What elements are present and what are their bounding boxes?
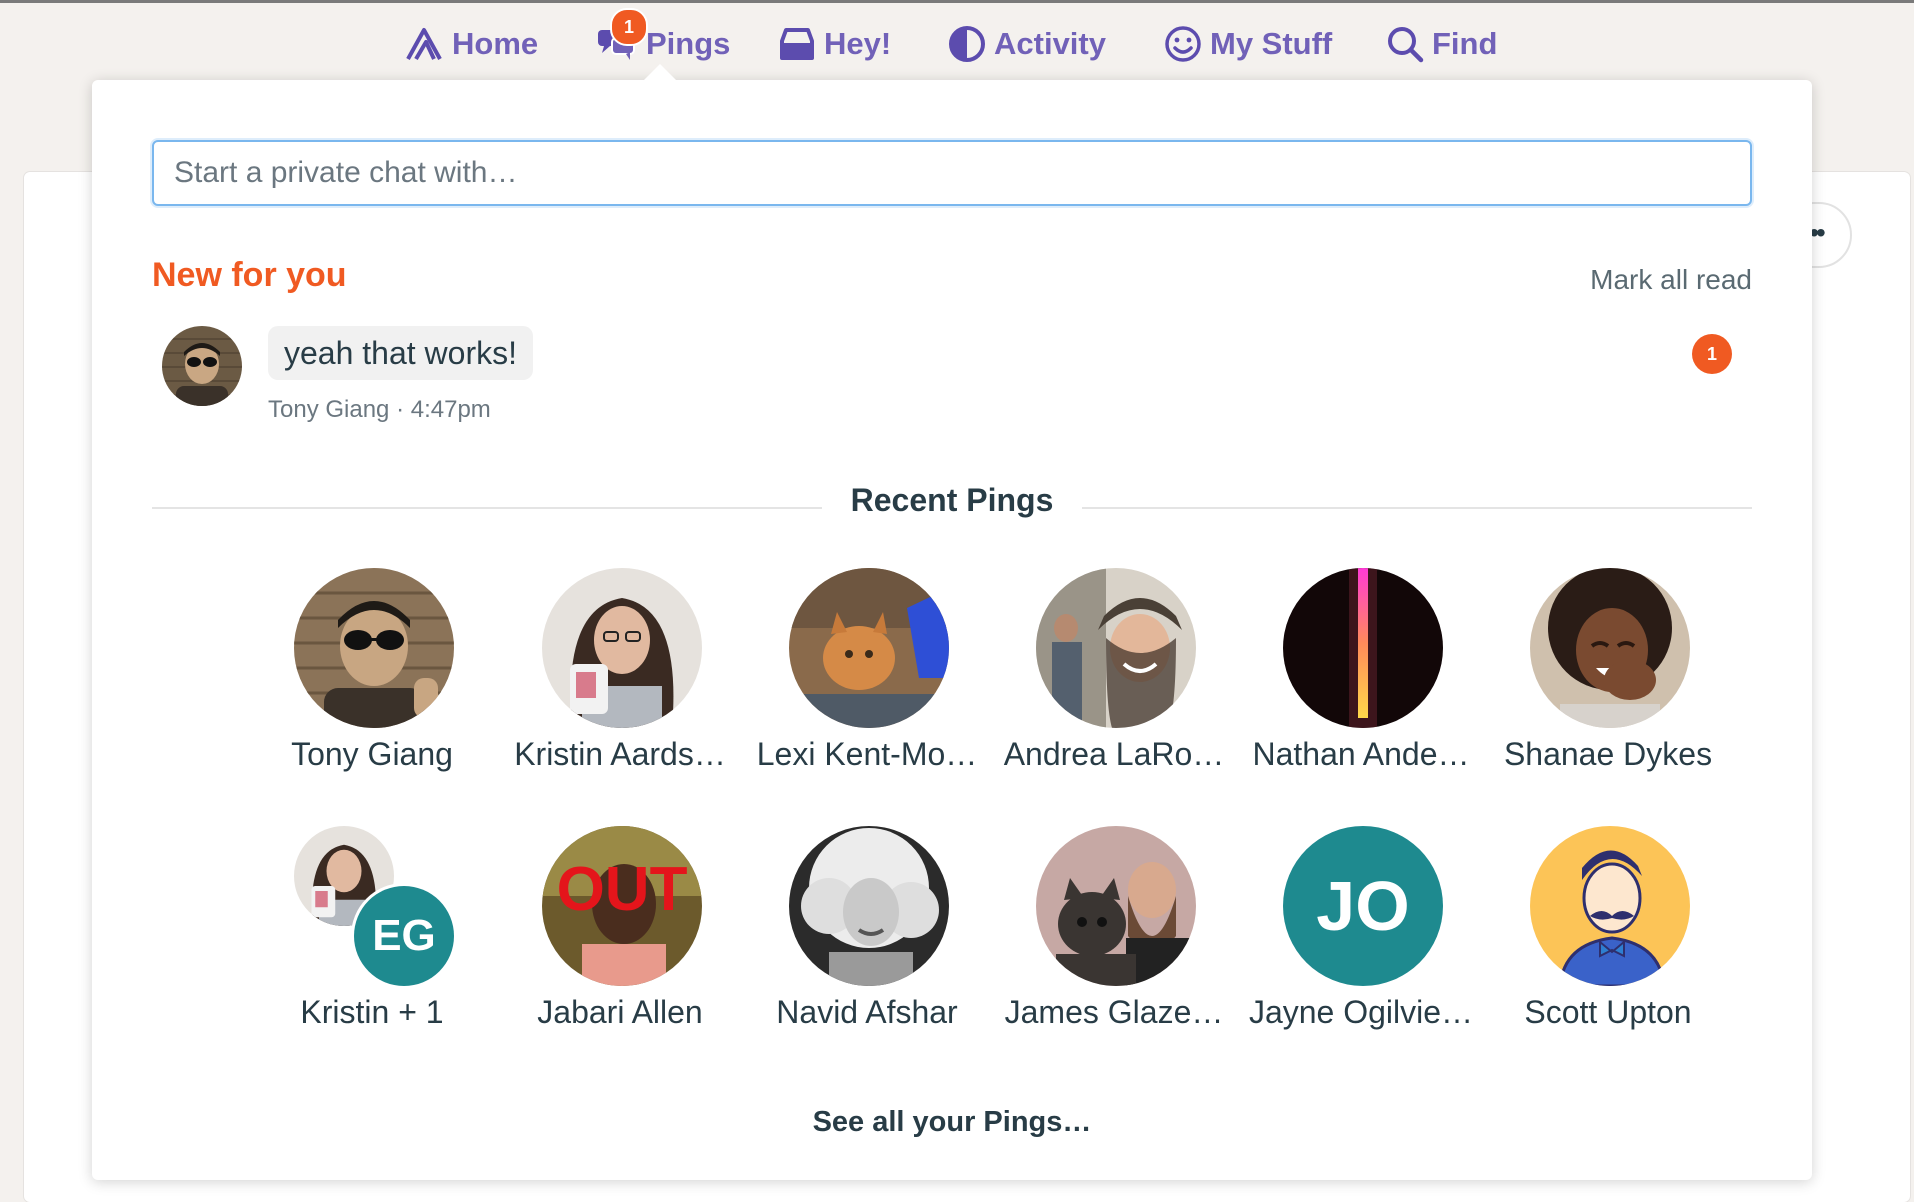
recent-ping-person[interactable]: Navid Afshar: [747, 826, 979, 1066]
initials-avatar: EG: [354, 886, 454, 986]
recent-ping-person[interactable]: Kristin Aards…: [500, 568, 732, 808]
person-name: Navid Afshar: [776, 994, 958, 1030]
new-for-you-heading: New for you: [152, 256, 347, 294]
nav-find[interactable]: Find: [1386, 20, 1497, 68]
mark-all-read-link[interactable]: Mark all read: [1590, 264, 1752, 296]
avatar: OUT: [542, 826, 702, 986]
meta-separator: ·: [396, 396, 405, 423]
see-all-pings-link[interactable]: See all your Pings…: [92, 1106, 1812, 1139]
recent-ping-person[interactable]: Nathan Ande…: [1241, 568, 1473, 808]
recent-ping-person[interactable]: Andrea LaRo…: [994, 568, 1226, 808]
nav-hey-label: Hey!: [824, 26, 892, 61]
recent-ping-person[interactable]: EG Kristin + 1: [252, 826, 484, 1066]
message-time: 4:47pm: [410, 396, 491, 423]
avatar: [1036, 568, 1196, 728]
inbox-tray-icon: [780, 28, 814, 60]
avatar: [542, 568, 702, 728]
recent-ping-person[interactable]: Tony Giang: [252, 568, 484, 808]
nav-activity[interactable]: Activity: [948, 20, 1106, 68]
avatar: [162, 326, 242, 406]
smiley-icon: [1165, 26, 1201, 62]
nav-find-label: Find: [1432, 26, 1498, 61]
message-author: Tony Giang: [268, 396, 390, 423]
activity-pie-icon: [949, 26, 985, 62]
home-icon: [406, 28, 442, 61]
initials-avatar: JO: [1283, 826, 1443, 986]
recent-ping-person[interactable]: Shanae Dykes: [1488, 568, 1720, 808]
initials-text: EG: [372, 911, 436, 960]
nav-home-label: Home: [452, 26, 539, 61]
popup-pointer: [644, 64, 676, 80]
recent-ping-person[interactable]: OUT Jabari Allen: [500, 826, 732, 1066]
avatar-overlay-text: OUT: [557, 855, 688, 924]
avatar: [1283, 568, 1443, 728]
person-name: Shanae Dykes: [1503, 736, 1713, 772]
nav-hey[interactable]: Hey!: [778, 20, 891, 68]
avatar: [294, 568, 454, 728]
person-name: Nathan Ande…: [1252, 736, 1470, 772]
new-ping-item[interactable]: yeah that works! Tony Giang · 4:47pm 1: [92, 316, 1812, 446]
group-avatar: EG: [294, 826, 454, 986]
person-name: Scott Upton: [1524, 994, 1692, 1030]
magnifier-icon: [1388, 27, 1424, 63]
nav-my-stuff-label: My Stuff: [1210, 26, 1333, 61]
person-name: Lexi Kent-Mo…: [756, 736, 978, 772]
initials-text: JO: [1316, 867, 1410, 945]
message-meta: Tony Giang · 4:47pm: [268, 396, 491, 424]
avatar: [1530, 826, 1690, 986]
avatar: [789, 826, 949, 986]
person-name: Jabari Allen: [537, 994, 703, 1030]
person-name: Tony Giang: [291, 736, 453, 772]
person-name: James Glaze…: [1004, 994, 1224, 1030]
nav-pings-label: Pings: [646, 26, 731, 61]
person-name: Kristin Aards…: [514, 736, 726, 772]
unread-count-badge: 1: [1692, 334, 1732, 374]
nav-activity-label: Activity: [994, 26, 1106, 61]
recent-ping-person[interactable]: Lexi Kent-Mo…: [747, 568, 979, 808]
message-bubble: yeah that works!: [268, 326, 533, 380]
pings-unread-badge: 1: [610, 8, 648, 46]
avatar: [1036, 826, 1196, 986]
person-name: Kristin + 1: [300, 994, 444, 1030]
recent-ping-person[interactable]: James Glaze…: [994, 826, 1226, 1066]
pings-popup: New for you Mark all read yeah that work…: [92, 80, 1812, 1180]
person-name: Jayne Ogilvie…: [1248, 994, 1474, 1030]
recent-ping-person[interactable]: Scott Upton: [1488, 826, 1720, 1066]
avatar: [1530, 568, 1690, 728]
top-navigation: Home Pings 1 Hey! Activity My Stuff Find: [0, 0, 1914, 80]
recent-pings-heading: Recent Pings: [822, 482, 1082, 519]
person-name: Andrea LaRo…: [1003, 736, 1225, 772]
nav-my-stuff[interactable]: My Stuff: [1164, 20, 1332, 68]
recent-ping-person[interactable]: JO Jayne Ogilvie…: [1241, 826, 1473, 1066]
nav-home[interactable]: Home: [404, 20, 538, 68]
private-chat-search-input[interactable]: [152, 140, 1752, 206]
avatar: [789, 568, 949, 728]
